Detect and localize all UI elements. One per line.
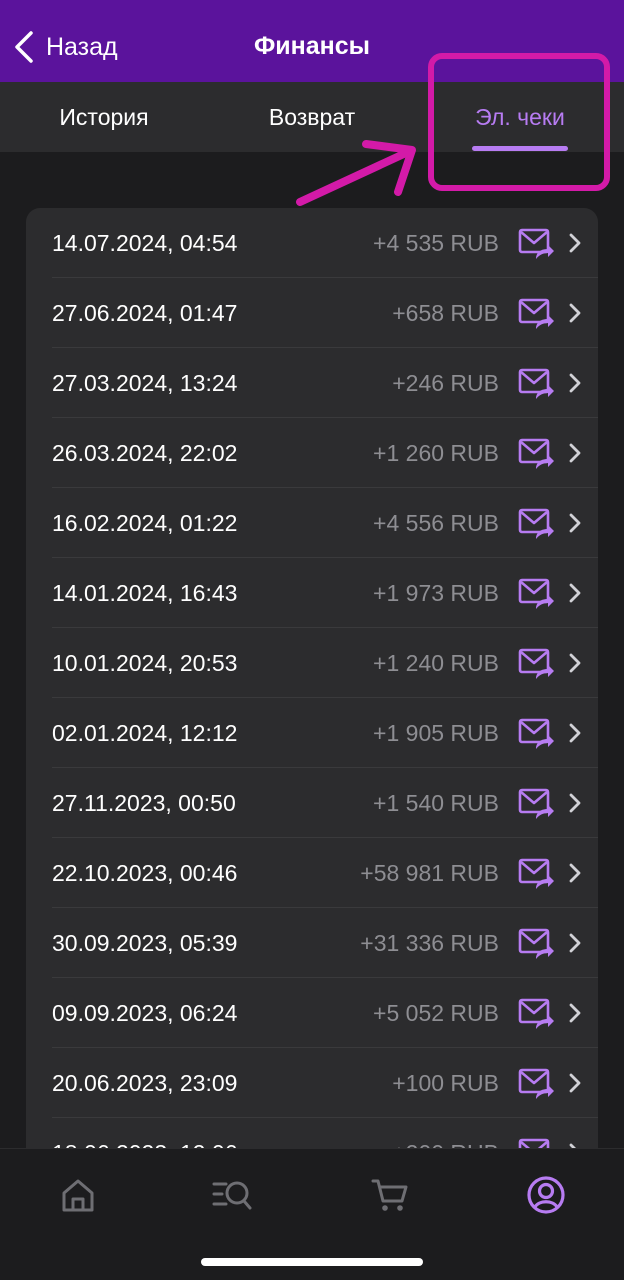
- receipt-row[interactable]: 26.03.2024, 22:02 +1 260 RUB: [26, 418, 598, 488]
- profile-icon: [527, 1176, 565, 1214]
- mail-forward-icon[interactable]: [518, 507, 554, 541]
- mail-forward-icon[interactable]: [518, 717, 554, 751]
- mail-forward-icon[interactable]: [518, 927, 554, 961]
- receipt-amount: +1 973 RUB: [373, 580, 499, 606]
- chevron-right-icon: [568, 862, 582, 884]
- highlight-frame: [428, 53, 610, 191]
- receipt-date: 27.03.2024, 13:24: [52, 370, 238, 396]
- receipt-date: 16.02.2024, 01:22: [52, 510, 238, 536]
- receipt-row[interactable]: 16.02.2024, 01:22 +4 556 RUB: [26, 488, 598, 558]
- chevron-right-icon: [568, 1002, 582, 1024]
- receipt-row[interactable]: 27.03.2024, 13:24 +246 RUB: [26, 348, 598, 418]
- chevron-right-icon: [568, 1072, 582, 1094]
- receipt-row[interactable]: 20.06.2023, 23:09 +100 RUB: [26, 1048, 598, 1118]
- nav-catalog[interactable]: [210, 1173, 254, 1217]
- mail-forward-icon[interactable]: [518, 857, 554, 891]
- mail-forward-icon[interactable]: [518, 997, 554, 1031]
- receipt-date: 02.01.2024, 12:12: [52, 720, 238, 746]
- mail-forward-icon[interactable]: [518, 647, 554, 681]
- receipt-amount: +1 540 RUB: [373, 790, 499, 816]
- chevron-right-icon: [568, 792, 582, 814]
- tab-history[interactable]: История: [24, 82, 184, 152]
- receipt-row[interactable]: 14.07.2024, 04:54 +4 535 RUB: [26, 208, 598, 278]
- chevron-right-icon: [568, 582, 582, 604]
- receipt-amount: +4 556 RUB: [373, 510, 499, 536]
- receipt-amount: +658 RUB: [392, 300, 499, 326]
- chevron-right-icon: [568, 372, 582, 394]
- home-icon: [62, 1179, 94, 1212]
- mail-forward-icon[interactable]: [518, 577, 554, 611]
- receipt-amount: +246 RUB: [392, 370, 499, 396]
- receipt-date: 27.06.2024, 01:47: [52, 300, 238, 326]
- receipt-amount: +1 260 RUB: [373, 440, 499, 466]
- finance-screen: Назад Финансы История Возврат Эл. чеки 1…: [0, 0, 624, 1280]
- cart-icon: [371, 1179, 408, 1211]
- receipt-row[interactable]: 27.11.2023, 00:50 +1 540 RUB: [26, 768, 598, 838]
- nav-profile[interactable]: [524, 1173, 568, 1217]
- search-list-icon: [212, 1181, 252, 1210]
- receipt-date: 10.01.2024, 20:53: [52, 650, 238, 676]
- receipt-date: 22.10.2023, 00:46: [52, 860, 238, 886]
- receipt-date: 09.09.2023, 06:24: [52, 1000, 238, 1026]
- chevron-right-icon: [568, 722, 582, 744]
- receipt-amount: +58 981 RUB: [360, 860, 499, 886]
- receipt-amount: +1 240 RUB: [373, 650, 499, 676]
- chevron-right-icon: [568, 932, 582, 954]
- receipt-date: 20.06.2023, 23:09: [52, 1070, 238, 1096]
- receipt-date: 27.11.2023, 00:50: [52, 790, 236, 816]
- chevron-right-icon: [568, 302, 582, 324]
- receipt-row[interactable]: 30.09.2023, 05:39 +31 336 RUB: [26, 908, 598, 978]
- receipt-amount: +5 052 RUB: [373, 1000, 499, 1026]
- home-indicator: [201, 1258, 423, 1266]
- receipt-row[interactable]: 02.01.2024, 12:12 +1 905 RUB: [26, 698, 598, 768]
- receipt-row[interactable]: 09.09.2023, 06:24 +5 052 RUB: [26, 978, 598, 1048]
- receipt-amount: +100 RUB: [392, 1070, 499, 1096]
- arrow-annotation-icon: [296, 140, 416, 206]
- receipt-date: 30.09.2023, 05:39: [52, 930, 238, 956]
- mail-forward-icon[interactable]: [518, 227, 554, 261]
- chevron-right-icon: [568, 512, 582, 534]
- mail-forward-icon[interactable]: [518, 367, 554, 401]
- receipt-row[interactable]: 27.06.2024, 01:47 +658 RUB: [26, 278, 598, 348]
- mail-forward-icon[interactable]: [518, 787, 554, 821]
- receipt-date: 14.07.2024, 04:54: [52, 230, 238, 256]
- receipt-amount: +1 905 RUB: [373, 720, 499, 746]
- receipts-list: 14.07.2024, 04:54 +4 535 RUB 27.06.2024, 0…: [26, 208, 598, 1208]
- receipt-date: 26.03.2024, 22:02: [52, 440, 238, 466]
- receipt-amount: +4 535 RUB: [373, 230, 499, 256]
- mail-forward-icon[interactable]: [518, 297, 554, 331]
- nav-cart[interactable]: [368, 1173, 412, 1217]
- receipt-row[interactable]: 22.10.2023, 00:46 +58 981 RUB: [26, 838, 598, 908]
- chevron-right-icon: [568, 652, 582, 674]
- receipt-date: 14.01.2024, 16:43: [52, 580, 238, 606]
- mail-forward-icon[interactable]: [518, 437, 554, 471]
- mail-forward-icon[interactable]: [518, 1067, 554, 1101]
- receipt-row[interactable]: 10.01.2024, 20:53 +1 240 RUB: [26, 628, 598, 698]
- receipt-row[interactable]: 14.01.2024, 16:43 +1 973 RUB: [26, 558, 598, 628]
- chevron-right-icon: [568, 442, 582, 464]
- receipt-amount: +31 336 RUB: [360, 930, 499, 956]
- chevron-right-icon: [568, 232, 582, 254]
- nav-home[interactable]: [56, 1173, 100, 1217]
